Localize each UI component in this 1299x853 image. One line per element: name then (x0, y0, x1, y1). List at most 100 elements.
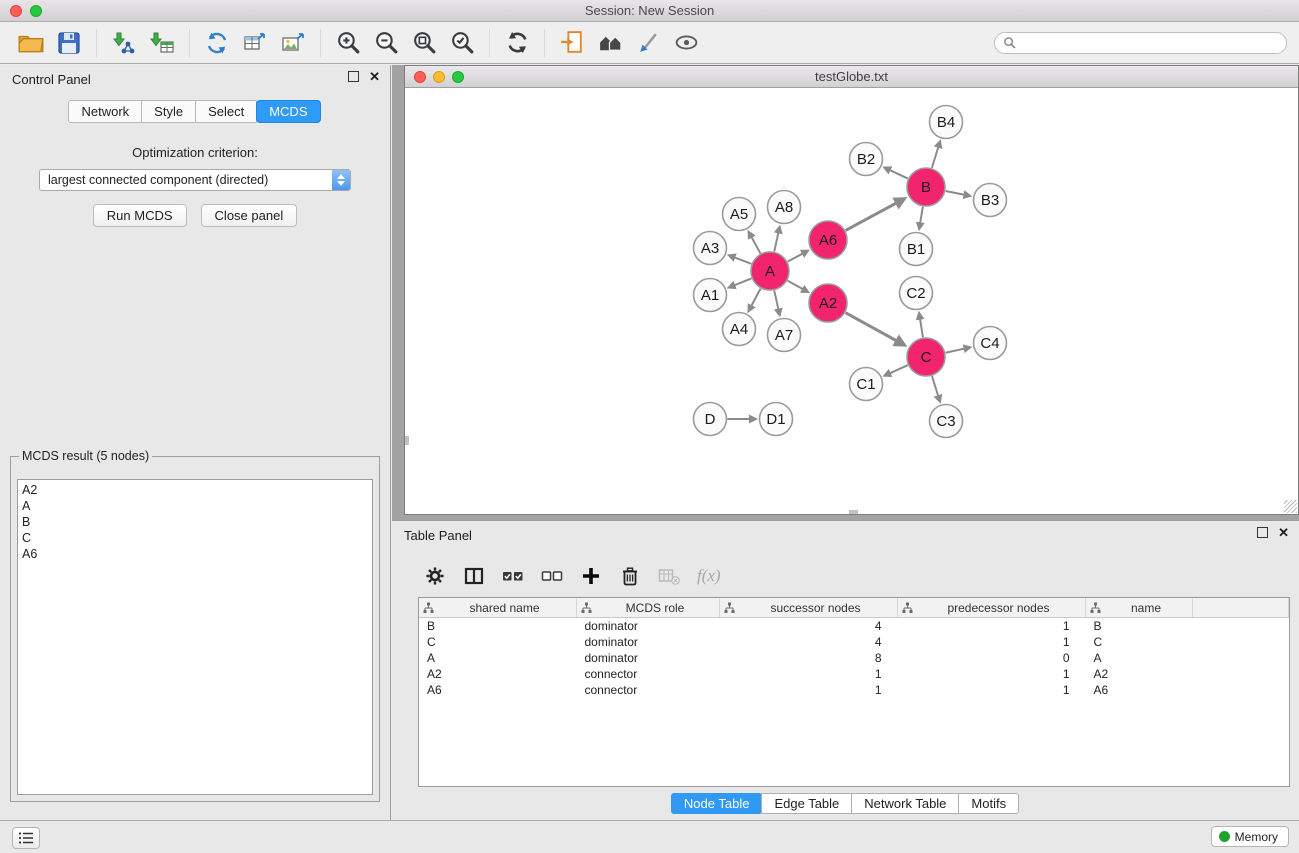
table-settings-gear-icon[interactable] (424, 565, 446, 587)
table-cell[interactable]: 4 (720, 634, 898, 650)
panel-grip-icon[interactable] (405, 436, 409, 445)
network-edge-A6-B[interactable] (846, 199, 904, 230)
table-cell[interactable]: dominator (577, 650, 720, 666)
import-table-icon[interactable] (239, 27, 271, 59)
network-edge-B-B1[interactable] (919, 207, 923, 229)
table-row[interactable]: A6connector11A6 (419, 682, 1289, 698)
open-session-icon[interactable] (15, 27, 47, 59)
table-cell[interactable]: 4 (720, 618, 898, 635)
table-cell[interactable]: A6 (419, 682, 577, 698)
table-cell[interactable]: dominator (577, 618, 720, 635)
result-item[interactable]: B (22, 514, 368, 530)
task-history-button[interactable] (12, 827, 40, 849)
refresh-view-icon[interactable] (501, 27, 533, 59)
home-icon[interactable] (594, 27, 626, 59)
select-all-icon[interactable] (502, 565, 524, 587)
table-cell[interactable]: B (1086, 618, 1193, 635)
criterion-dropdown[interactable]: largest connected component (directed) (39, 169, 351, 191)
float-panel-icon[interactable] (348, 71, 359, 82)
network-edge-B-B4[interactable] (932, 142, 940, 168)
zoom-fit-icon[interactable] (408, 27, 440, 59)
zoom-in-icon[interactable] (332, 27, 364, 59)
table-cell[interactable]: 1 (898, 618, 1086, 635)
network-edge-B-B3[interactable] (946, 191, 970, 196)
save-session-icon[interactable] (53, 27, 85, 59)
table-cell[interactable]: A (419, 650, 577, 666)
result-item[interactable]: A6 (22, 546, 368, 562)
table-cell[interactable]: 1 (898, 634, 1086, 650)
mcds-result-list[interactable]: A2ABCA6 (17, 479, 373, 795)
network-edge-A2-C[interactable] (846, 313, 904, 345)
tab-select[interactable]: Select (195, 100, 257, 123)
show-columns-icon[interactable] (463, 565, 485, 587)
table-cell[interactable]: 8 (720, 650, 898, 666)
panel-grip-icon[interactable] (849, 510, 858, 514)
network-edge-C-C4[interactable] (946, 347, 970, 352)
table-cell[interactable]: 1 (898, 682, 1086, 698)
window-resize-handle[interactable] (1284, 500, 1297, 513)
tab-network-table[interactable]: Network Table (851, 793, 959, 814)
column-header-predecessor-nodes[interactable]: predecessor nodes (898, 598, 1086, 618)
network-edge-B-B2[interactable] (885, 168, 908, 179)
close-panel-icon[interactable]: ✕ (369, 71, 380, 82)
zoom-selected-icon[interactable] (446, 27, 478, 59)
result-item[interactable]: A (22, 498, 368, 514)
function-builder-icon[interactable]: f(x) (697, 566, 721, 586)
add-column-icon[interactable] (580, 565, 602, 587)
zoom-out-icon[interactable] (370, 27, 402, 59)
table-cell[interactable]: 1 (720, 682, 898, 698)
network-edge-C-C2[interactable] (919, 313, 923, 337)
network-window-titlebar[interactable]: testGlobe.txt (405, 66, 1298, 88)
table-cell[interactable]: C (419, 634, 577, 650)
table-row[interactable]: Cdominator41C (419, 634, 1289, 650)
table-cell[interactable]: dominator (577, 634, 720, 650)
network-edge-C-C3[interactable] (932, 376, 940, 401)
float-table-panel-icon[interactable] (1257, 527, 1268, 538)
network-canvas[interactable]: B4B2BB3A5A8A6A3B1AC2A1A2A4A7C4CC1C3DD1 (405, 88, 1298, 514)
table-cell[interactable]: connector (577, 682, 720, 698)
network-edge-A-A3[interactable] (729, 255, 751, 263)
export-network-icon[interactable] (556, 27, 588, 59)
result-item[interactable]: A2 (22, 482, 368, 498)
result-item[interactable]: C (22, 530, 368, 546)
network-edge-A-A7[interactable] (774, 291, 779, 315)
deselect-all-icon[interactable] (541, 565, 563, 587)
network-edge-A-A1[interactable] (729, 278, 751, 287)
column-header-name[interactable]: name (1086, 598, 1193, 618)
network-edge-A-A6[interactable] (788, 251, 808, 262)
network-edge-C-C1[interactable] (885, 365, 908, 375)
network-edge-A-A2[interactable] (788, 281, 808, 292)
eye-icon[interactable] (670, 27, 702, 59)
table-row[interactable]: Bdominator41B (419, 618, 1289, 635)
tab-style[interactable]: Style (141, 100, 196, 123)
search-input[interactable] (1021, 34, 1278, 51)
table-cell[interactable]: A2 (1086, 666, 1193, 682)
window-titlebar[interactable]: Session: New Session (0, 0, 1299, 22)
table-cell[interactable]: B (419, 618, 577, 635)
tab-motifs[interactable]: Motifs (958, 793, 1019, 814)
table-cell[interactable]: 1 (720, 666, 898, 682)
table-row[interactable]: Adominator80A (419, 650, 1289, 666)
import-table-from-file-icon[interactable] (146, 27, 178, 59)
tab-network[interactable]: Network (68, 100, 142, 123)
tab-node-table[interactable]: Node Table (671, 793, 763, 814)
network-edge-A-A4[interactable] (749, 289, 761, 311)
import-network-from-file-icon[interactable] (108, 27, 140, 59)
search-box[interactable] (994, 32, 1287, 54)
close-panel-button[interactable]: Close panel (201, 204, 298, 227)
tab-edge-table[interactable]: Edge Table (761, 793, 852, 814)
graphics-details-icon[interactable] (632, 27, 664, 59)
table-cell[interactable]: 0 (898, 650, 1086, 666)
tab-mcds[interactable]: MCDS (256, 100, 320, 123)
table-cell[interactable]: connector (577, 666, 720, 682)
network-edge-A-A8[interactable] (774, 227, 779, 251)
close-table-panel-icon[interactable]: ✕ (1278, 527, 1289, 538)
column-header-mcds-role[interactable]: MCDS role (577, 598, 720, 618)
network-edge-A-A5[interactable] (749, 232, 761, 253)
delete-column-icon[interactable] (619, 565, 641, 587)
export-image-icon[interactable] (277, 27, 309, 59)
import-network-icon[interactable] (201, 27, 233, 59)
table-cell[interactable]: A (1086, 650, 1193, 666)
run-mcds-button[interactable]: Run MCDS (93, 204, 187, 227)
column-header-successor-nodes[interactable]: successor nodes (720, 598, 898, 618)
